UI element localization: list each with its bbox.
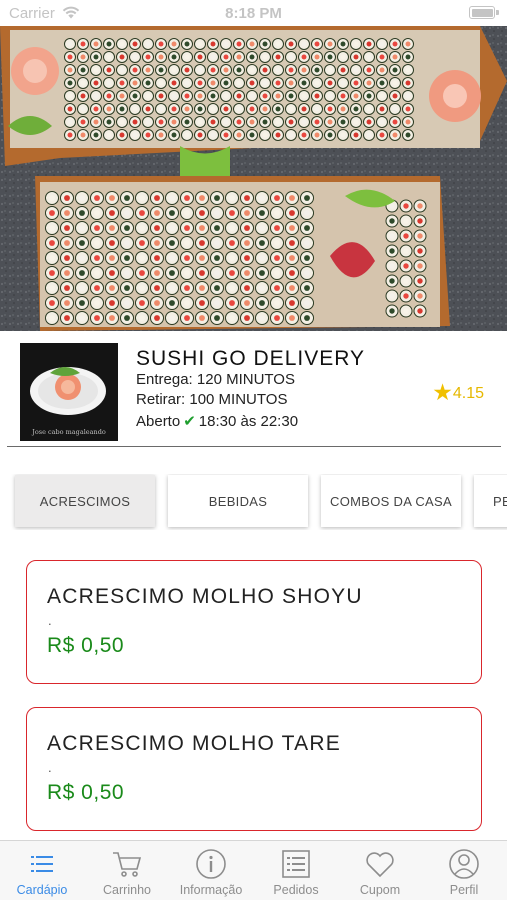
- check-icon: ✔: [183, 413, 196, 430]
- product-card[interactable]: ACRESCIMO MOLHO SHOYU . R$ 0,50: [26, 560, 482, 684]
- product-price: R$ 0,50: [47, 781, 125, 804]
- tab-pe[interactable]: PE: [474, 475, 507, 527]
- orders-icon: [282, 850, 310, 878]
- cart-icon: [113, 852, 142, 877]
- nav-carrinho[interactable]: Carrinho: [85, 841, 169, 900]
- pickup-label: Retirar:: [136, 391, 186, 408]
- clock: 8:18 PM: [225, 5, 282, 22]
- heart-icon: [366, 852, 394, 878]
- product-price: R$ 0,50: [47, 634, 125, 657]
- pickup-time: Retirar: 100 MINUTOS: [136, 391, 287, 408]
- pickup-value: 100 MINUTOS: [189, 391, 288, 408]
- nav-perfil[interactable]: Perfil: [422, 841, 506, 900]
- nav-informacao[interactable]: Informação: [169, 841, 253, 900]
- nav-cupom[interactable]: Cupom: [338, 841, 422, 900]
- nav-pedidos[interactable]: Pedidos: [254, 841, 338, 900]
- nav-label: Cardápio: [16, 883, 68, 897]
- menu-list-icon: [31, 856, 53, 872]
- tab-combos-da-casa[interactable]: COMBOS DA CASA: [321, 475, 461, 527]
- product-description: .: [48, 613, 52, 628]
- star-icon: ★: [432, 379, 453, 405]
- category-tabs: ACRESCIMOS BEBIDAS COMBOS DA CASA PE: [0, 474, 507, 530]
- battery-tip: [496, 10, 499, 15]
- product-card[interactable]: ACRESCIMO MOLHO TARE . R$ 0,50: [26, 707, 482, 831]
- tab-bebidas[interactable]: BEBIDAS: [168, 475, 308, 527]
- product-name: ACRESCIMO MOLHO SHOYU: [47, 585, 363, 608]
- nav-cardapio[interactable]: Cardápio: [0, 841, 84, 900]
- delivery-label: Entrega:: [136, 371, 193, 388]
- rating-value: 4.15: [452, 385, 484, 402]
- store-name: SUSHI GO DELIVERY: [136, 347, 366, 370]
- nav-label: Perfil: [449, 883, 479, 897]
- product-description: .: [48, 760, 52, 775]
- logo-caption: Jose cabo magaleando: [31, 428, 106, 436]
- nav-label: Informação: [179, 883, 243, 897]
- status-bar: Carrier 8:18 PM: [0, 0, 507, 26]
- tab-acrescimos[interactable]: ACRESCIMOS: [15, 475, 155, 527]
- delivery-value: 120 MINUTOS: [196, 371, 295, 388]
- info-icon: [196, 849, 226, 879]
- section-divider: [7, 446, 501, 447]
- open-status: Aberto: [136, 413, 181, 430]
- bottom-tab-bar: Cardápio Carrinho Informação Pedidos Cup…: [0, 840, 507, 900]
- hero-image: [0, 26, 507, 331]
- store-rating: ★4.15: [432, 379, 484, 406]
- delivery-time: Entrega: 120 MINUTOS: [136, 371, 295, 388]
- store-logo: Jose cabo magaleando: [20, 343, 118, 441]
- profile-icon: [449, 849, 479, 879]
- product-name: ACRESCIMO MOLHO TARE: [47, 732, 341, 755]
- battery-icon: [469, 6, 495, 19]
- nav-label: Pedidos: [273, 883, 319, 897]
- hours-value: 18:30 às 22:30: [198, 413, 299, 430]
- nav-label: Cupom: [359, 883, 401, 897]
- opening-hours: Aberto ✔ 18:30 às 22:30: [136, 412, 298, 430]
- nav-label: Carrinho: [103, 883, 151, 897]
- store-info: Jose cabo magaleando SUSHI GO DELIVERY E…: [0, 331, 507, 449]
